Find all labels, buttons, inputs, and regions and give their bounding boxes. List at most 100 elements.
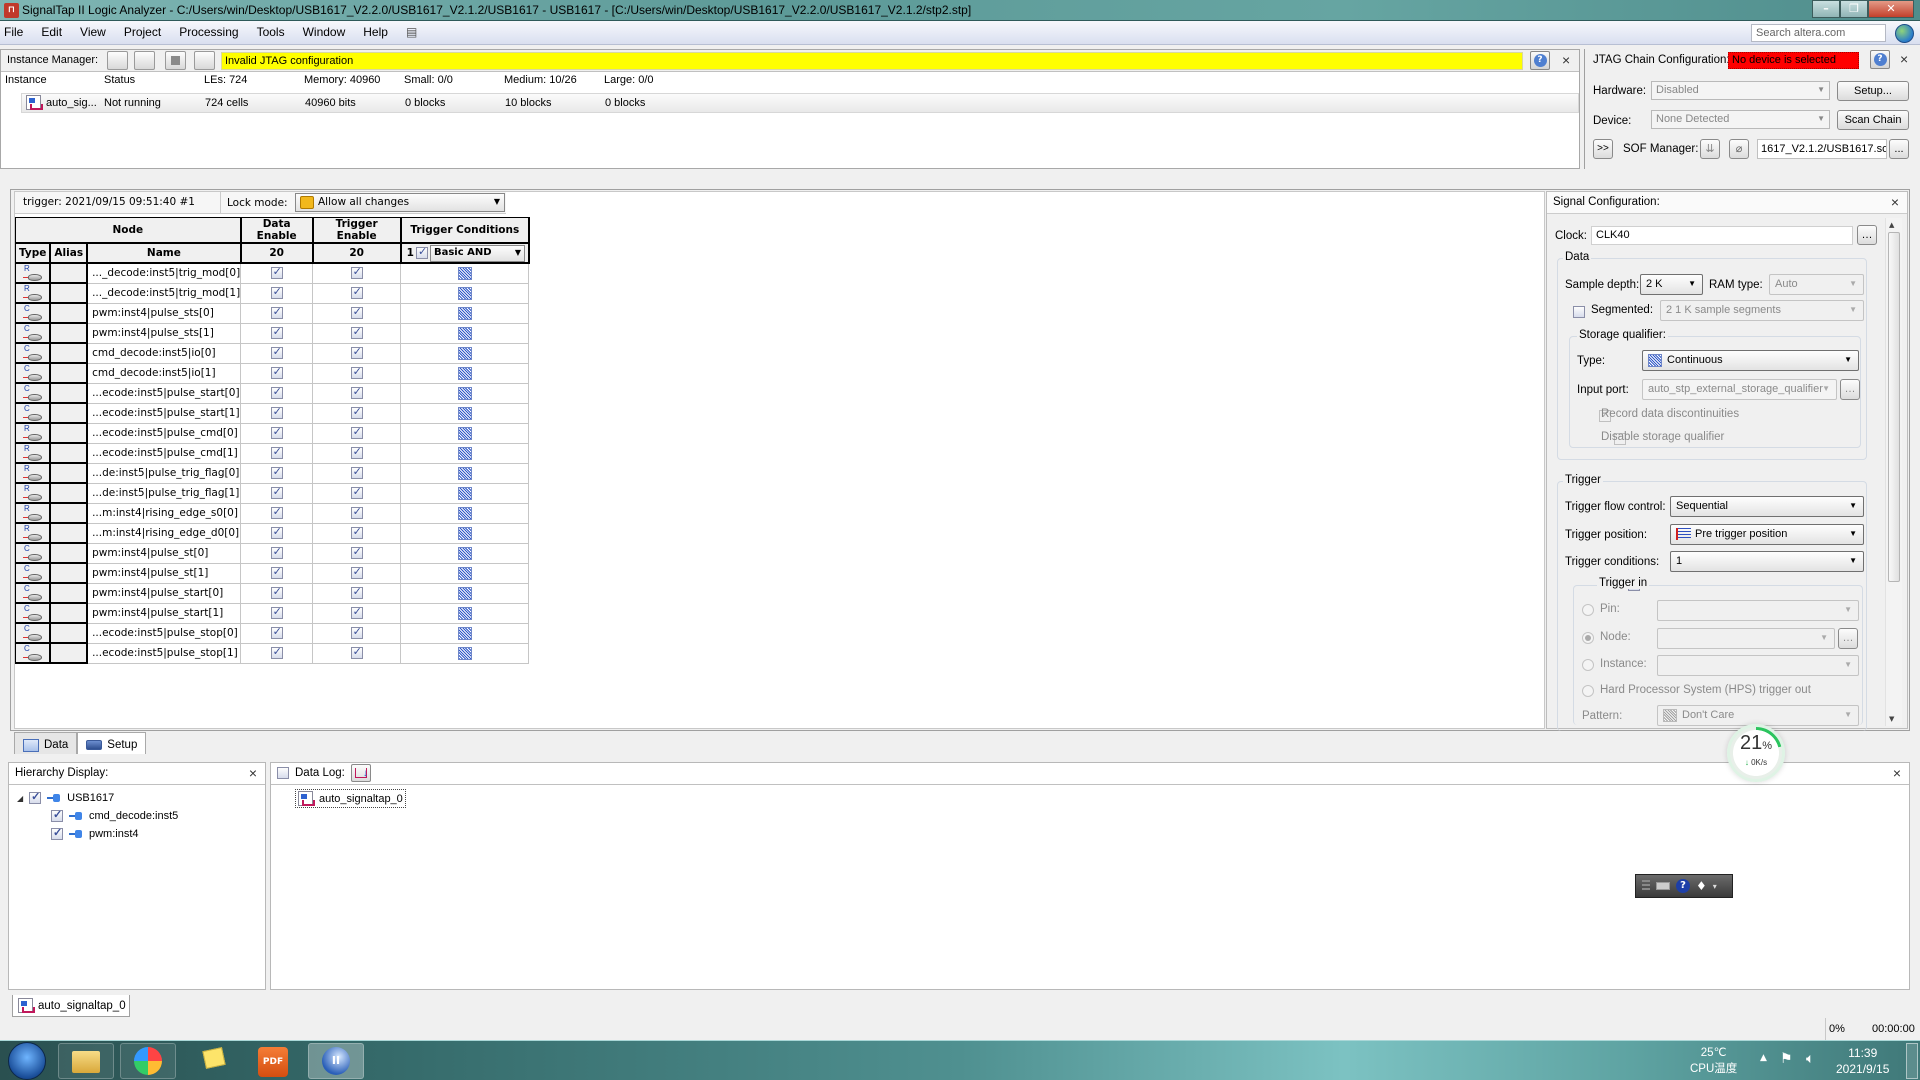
node-name[interactable]: ...m:inst4|rising_edge_s0[0] — [86, 502, 242, 524]
node-alias-cell[interactable] — [49, 323, 89, 344]
trigger-enable-checkbox[interactable] — [350, 325, 363, 339]
column-instance[interactable]: Instance — [5, 74, 47, 92]
taskbar-app-pdf-reader[interactable]: PDF — [258, 1047, 288, 1077]
volume-muted-icon[interactable]: 🔈︎ — [1806, 1051, 1814, 1067]
input-port-field[interactable]: auto_stp_external_storage_qualifier — [1642, 379, 1837, 400]
show-desktop-button[interactable] — [1906, 1043, 1918, 1079]
trigger-condition-cell[interactable] — [400, 322, 530, 344]
data-enable-checkbox[interactable] — [270, 365, 283, 379]
scrollbar-thumb[interactable] — [1888, 232, 1900, 582]
signal-config-scrollbar[interactable]: ▲ ▼ — [1885, 218, 1902, 726]
trigger-enable-checkbox[interactable] — [350, 265, 363, 280]
hardware-select[interactable]: Disabled ▼ — [1651, 81, 1830, 100]
start-button[interactable] — [8, 1042, 46, 1080]
node-alias-cell[interactable] — [49, 263, 89, 284]
trigger-condition-cell[interactable] — [400, 602, 530, 624]
node-name[interactable]: cmd_decode:inst5|io[1] — [86, 362, 242, 384]
scroll-down-icon[interactable]: ▼ — [1889, 715, 1894, 723]
ime-options-icon[interactable]: ▾ — [1713, 882, 1717, 891]
menu-file[interactable]: File — [4, 25, 23, 39]
trigger-condition-cell[interactable] — [400, 562, 530, 584]
trigger-condition-cell[interactable] — [400, 622, 530, 644]
node-row[interactable]: C ...ecode:inst5|pulse_stop[0] — [15, 622, 530, 644]
trigger-enable-checkbox[interactable] — [350, 525, 363, 539]
trigger-condition-cell[interactable] — [400, 462, 530, 484]
trigger-condition-cell[interactable] — [400, 442, 530, 464]
trigger-enable-checkbox[interactable] — [350, 285, 363, 299]
data-enable-checkbox[interactable] — [270, 445, 283, 459]
maximize-button[interactable]: ❐ — [1840, 0, 1868, 18]
node-row[interactable]: Ccmd_decode:inst5|io[0] — [15, 342, 530, 364]
node-name[interactable]: cmd_decode:inst5|io[0] — [86, 342, 242, 364]
instance-row[interactable]: auto_sig... Not running 724 cells 40960 … — [21, 93, 1579, 113]
node-name[interactable]: ...ecode:inst5|pulse_cmd[1] — [86, 442, 242, 464]
trigger-enable-checkbox[interactable] — [350, 585, 363, 599]
column-les[interactable]: LEs: 724 — [204, 74, 247, 92]
segments-select[interactable]: 2 1 K sample segments — [1660, 300, 1864, 321]
close-icon[interactable]: × — [1562, 52, 1570, 68]
ime-help-icon[interactable]: ? — [1676, 879, 1690, 893]
trigger-condition-cell[interactable] — [400, 302, 530, 324]
condition-enable-checkbox[interactable] — [415, 245, 428, 259]
tree-item-cmd-decode[interactable]: cmd_decode:inst5 — [51, 808, 178, 822]
clock-browse-button[interactable]: … — [1857, 225, 1877, 245]
node-name[interactable]: ...ecode:inst5|pulse_start[0] — [86, 382, 242, 404]
help-icon[interactable] — [1530, 51, 1550, 70]
taskbar-app-sticky-notes[interactable] — [198, 1047, 226, 1073]
ime-grip-icon[interactable] — [1642, 880, 1650, 892]
data-log-item[interactable]: auto_signaltap_0 — [295, 789, 406, 808]
node-browse-button[interactable]: … — [1838, 628, 1858, 649]
action-center-flag-icon[interactable]: ⚑ — [1780, 1051, 1793, 1067]
tree-collapse-icon[interactable]: ◢ — [17, 794, 23, 803]
setup-button[interactable]: Setup... — [1837, 81, 1909, 101]
node-name[interactable]: pwm:inst4|pulse_sts[0] — [86, 302, 242, 324]
data-enable-checkbox[interactable] — [270, 265, 283, 280]
tree-checkbox[interactable] — [29, 790, 42, 804]
trigger-enable-checkbox[interactable] — [350, 605, 363, 619]
trigger-condition-cell[interactable] — [400, 402, 530, 424]
node-row[interactable]: Cpwm:inst4|pulse_sts[0] — [15, 302, 530, 324]
menu-help[interactable]: Help — [363, 25, 388, 39]
trigger-condition-cell[interactable] — [400, 482, 530, 504]
menu-view[interactable]: View — [80, 25, 106, 39]
node-row[interactable]: R ...m:inst4|rising_edge_d0[0] — [15, 522, 530, 544]
tab-setup[interactable]: Setup — [77, 732, 147, 754]
node-row[interactable]: R ...m:inst4|rising_edge_s0[0] — [15, 502, 530, 524]
tree-checkbox[interactable] — [51, 808, 63, 822]
column-memory[interactable]: Memory: 40960 — [304, 74, 380, 92]
ram-type-select[interactable]: Auto — [1769, 274, 1864, 295]
tree-item-usb1617[interactable]: ◢ USB1617 — [17, 790, 114, 804]
show-hidden-icons[interactable]: ▲ — [1760, 1053, 1767, 1063]
data-enable-checkbox[interactable] — [270, 425, 283, 439]
pin-radio[interactable] — [1582, 604, 1594, 616]
data-enable-checkbox[interactable] — [270, 645, 283, 659]
trigger-condition-cell[interactable] — [400, 542, 530, 564]
scroll-up-icon[interactable]: ▲ — [1889, 221, 1894, 229]
node-row[interactable]: Cpwm:inst4|pulse_sts[1] — [15, 322, 530, 344]
node-row[interactable]: Cpwm:inst4|pulse_st[1] — [15, 562, 530, 584]
taskbar-app-browser[interactable] — [120, 1043, 176, 1079]
close-icon[interactable]: × — [1891, 194, 1899, 210]
minimize-button[interactable]: – — [1812, 0, 1840, 18]
node-name[interactable]: ...ecode:inst5|pulse_start[1] — [86, 402, 242, 424]
data-enable-checkbox[interactable] — [270, 505, 283, 519]
node-row[interactable]: Cpwm:inst4|pulse_start[0] — [15, 582, 530, 604]
node-alias-cell[interactable] — [49, 523, 89, 544]
node-row[interactable]: R ..._decode:inst5|trig_mod[1] — [15, 282, 530, 304]
trigger-enable-checkbox[interactable] — [350, 425, 363, 439]
trigger-enable-checkbox[interactable] — [350, 345, 363, 359]
column-large[interactable]: Large: 0/0 — [604, 74, 654, 92]
storage-type-select[interactable]: Continuous — [1642, 350, 1859, 371]
run-analysis-button[interactable] — [134, 51, 155, 70]
node-alias-cell[interactable] — [49, 343, 89, 364]
data-enable-checkbox[interactable] — [270, 465, 283, 479]
node-row[interactable]: Cpwm:inst4|pulse_start[1] — [15, 602, 530, 624]
node-alias-cell[interactable] — [49, 503, 89, 524]
microphone-icon[interactable]: ♦ — [1696, 879, 1707, 893]
trigger-condition-cell[interactable] — [400, 382, 530, 404]
trigger-condition-cell[interactable] — [400, 422, 530, 444]
node-field[interactable] — [1657, 628, 1835, 649]
node-alias-cell[interactable] — [49, 643, 89, 664]
search-input[interactable]: Search altera.com — [1751, 24, 1886, 42]
close-icon[interactable]: × — [1893, 765, 1901, 781]
